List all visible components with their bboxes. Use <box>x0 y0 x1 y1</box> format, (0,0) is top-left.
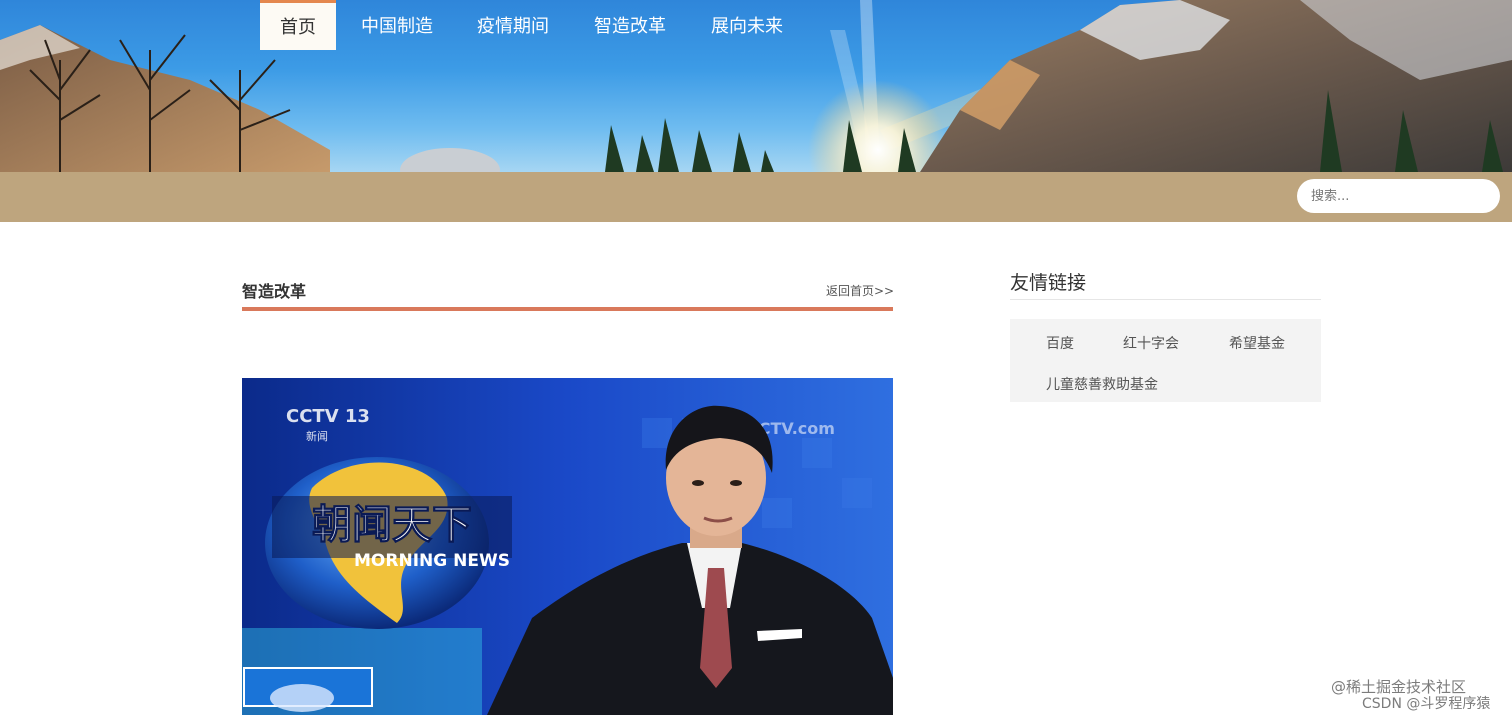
section-divider <box>242 307 893 311</box>
nav-item-made-in-china[interactable]: 中国制造 <box>361 0 433 50</box>
friend-links-title: 友情链接 <box>1010 272 1087 294</box>
site-watermark-csdn: CSDN @斗罗程序猿 <box>1362 696 1491 712</box>
nav-item-pandemic-period[interactable]: 疫情期间 <box>477 0 549 50</box>
friend-link-red-cross[interactable]: 红十字会 <box>1123 333 1179 353</box>
nav-item-smart-manufacturing-reform[interactable]: 智造改革 <box>594 0 666 50</box>
news-video-thumbnail[interactable]: 朝闻天下 MORNING NEWS CCTV 13 新闻 CCTV.com <box>242 378 893 715</box>
program-title-text: 朝闻天下 <box>312 502 472 548</box>
nav-item-home[interactable]: 首页 <box>260 0 336 50</box>
section-title: 智造改革 <box>242 282 307 301</box>
friend-link-hope-fund[interactable]: 希望基金 <box>1229 333 1285 353</box>
back-to-home-link[interactable]: 返回首页>> <box>826 282 894 299</box>
main-nav-bar <box>0 172 1512 222</box>
channel-logo-text: CCTV 13 <box>286 406 370 427</box>
news-broadcast-image: 朝闻天下 MORNING NEWS CCTV 13 新闻 CCTV.com <box>242 378 893 715</box>
friend-links-divider <box>1010 299 1321 300</box>
program-subtitle-text: MORNING NEWS <box>354 551 510 571</box>
friend-link-children-charity-fund[interactable]: 儿童慈善救助基金 <box>1046 374 1158 394</box>
search-input[interactable] <box>1297 179 1500 213</box>
friend-link-baidu[interactable]: 百度 <box>1046 333 1074 353</box>
channel-sub-text: 新闻 <box>306 429 328 443</box>
nav-item-future-outlook[interactable]: 展向未来 <box>711 0 783 50</box>
